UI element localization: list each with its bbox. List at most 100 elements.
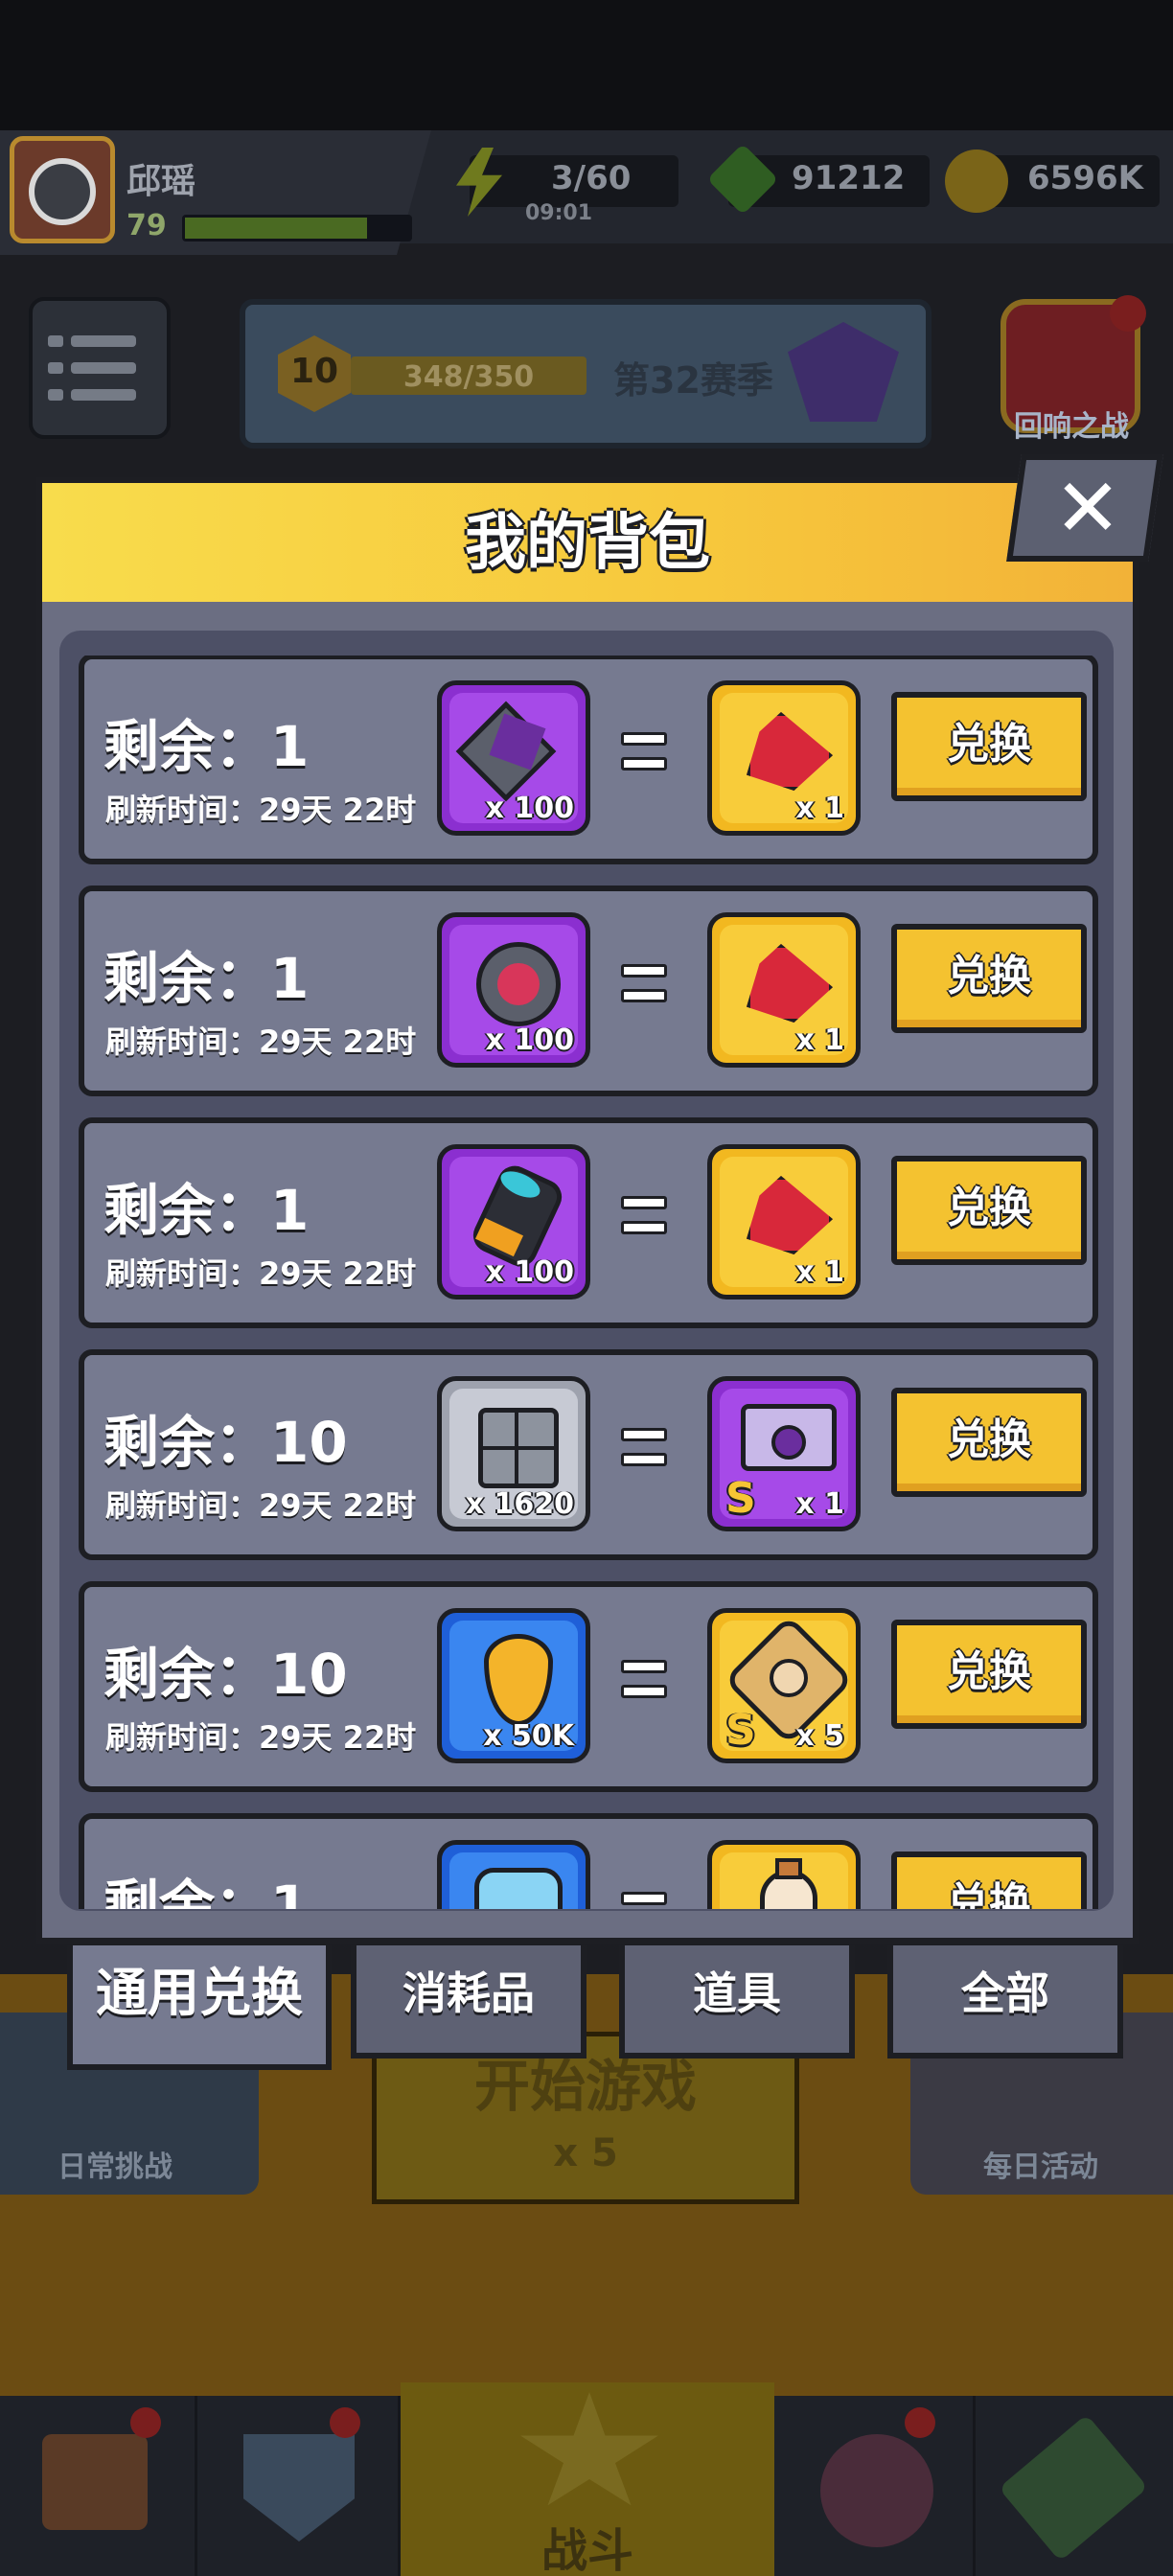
exchange-row: 剩余：10 刷新时间：29天 22时 x 1620 S x 1 兑换 [79, 1349, 1098, 1560]
gold-count: 6596K [1027, 159, 1143, 197]
menu-button[interactable] [29, 297, 171, 439]
echo-battle-label: 回响之战 [1014, 410, 1129, 444]
exchange-row: 剩余：1 刷新时间：29天 22时 x 100 x 1 兑换 [79, 1117, 1098, 1328]
menu-list-icon [48, 335, 63, 347]
energy-timer: 09:01 [525, 201, 593, 225]
shop-stall-icon [42, 2434, 148, 2530]
close-icon[interactable]: ✕ [1035, 460, 1140, 556]
season-progress-text: 348/350 [402, 360, 535, 394]
remaining-count: 剩余：1 [104, 714, 310, 779]
reward-item[interactable]: S x 5 [707, 1608, 861, 1763]
item-quantity: x 1 [795, 1024, 844, 1057]
daily-event-label: 每日活动 [983, 2150, 1098, 2184]
exchange-button-label: 兑换 [947, 952, 1031, 1000]
grade-letter: S [725, 1706, 756, 1755]
item-quantity: x 1 [795, 1255, 844, 1289]
season-level: 10 [289, 352, 339, 391]
exchange-button-label: 兑换 [947, 1879, 1031, 1909]
equals-icon [613, 1414, 680, 1482]
chest-eye [771, 1425, 806, 1460]
talent-orb-icon [820, 2434, 933, 2547]
tab-label: 消耗品 [402, 1967, 535, 2019]
exchange-button[interactable]: 兑换 [891, 1620, 1087, 1729]
notification-dot [905, 2407, 935, 2438]
item-quantity: x 100 [485, 792, 574, 825]
exchange-button[interactable]: 兑换 [891, 1156, 1087, 1265]
cost-item[interactable]: x 100 [437, 680, 590, 836]
tab-items[interactable]: 道具 [619, 1945, 855, 2058]
gems-count: 91212 [792, 159, 906, 197]
energy-count: 3/60 [551, 159, 632, 197]
remaining-count: 剩余：1 [104, 1874, 310, 1909]
avatar-face-icon [29, 158, 96, 225]
equals-icon [613, 951, 680, 1018]
daily-challenge-label: 日常挑战 [58, 2150, 172, 2184]
exchange-button-label: 兑换 [947, 720, 1031, 769]
equals-icon [613, 719, 680, 786]
equals-bar [621, 1660, 667, 1673]
equals-bar [621, 732, 667, 746]
equals-bar [621, 1221, 667, 1234]
equals-bar [621, 989, 667, 1002]
exchange-button-label: 兑换 [947, 1647, 1031, 1696]
reward-item[interactable]: x 1 [707, 1144, 861, 1300]
status-strip [0, 0, 1173, 130]
remaining-count: 剩余：10 [104, 1642, 348, 1707]
item-quantity: x 1620 [465, 1487, 574, 1521]
player-name: 邱瑶 [126, 162, 196, 201]
exchange-button[interactable]: 兑换 [891, 692, 1087, 801]
item-quantity: x 100 [485, 1024, 574, 1057]
remaining-count: 剩余：1 [104, 946, 310, 1011]
gold-coin-icon [945, 150, 1008, 213]
hero-face [770, 1659, 808, 1697]
cost-item[interactable] [437, 1840, 590, 1909]
exchange-button[interactable]: 兑换 [891, 1388, 1087, 1497]
tab-label: 通用兑换 [96, 1963, 303, 2023]
notification-dot [1110, 295, 1146, 332]
remaining-count: 剩余：10 [104, 1410, 348, 1475]
modal-title: 我的背包 [465, 508, 710, 579]
equals-bar [621, 757, 667, 770]
reward-item[interactable]: x 1 [707, 680, 861, 836]
exchange-row: 剩余：10 刷新时间：29天 22时 x 50K S x 5 兑换 [79, 1581, 1098, 1792]
exchange-button[interactable]: 兑换 [891, 1852, 1087, 1909]
reward-item[interactable]: S x 1 [707, 1376, 861, 1531]
item-quantity: x 1 [795, 792, 844, 825]
equals-bar [621, 964, 667, 978]
equals-icon [613, 1878, 680, 1909]
refresh-time: 刷新时间：29天 22时 [105, 1487, 417, 1524]
cost-item[interactable]: x 100 [437, 1144, 590, 1300]
season-name: 第32赛季 [613, 359, 773, 402]
tab-general-exchange[interactable]: 通用兑换 [67, 1945, 332, 2070]
grade-letter: S [725, 1474, 756, 1523]
tab-consumables[interactable]: 消耗品 [351, 1945, 586, 2058]
exchange-list[interactable]: 剩余：1 刷新时间：29天 22时 x 100 x 1 兑换 剩余：1 刷新时间… [71, 656, 1102, 1909]
tab-all[interactable]: 全部 [887, 1945, 1123, 2058]
equals-bar [621, 1685, 667, 1698]
cost-item[interactable]: x 100 [437, 912, 590, 1068]
equals-bar [621, 1428, 667, 1441]
equals-bar [621, 1196, 667, 1209]
menu-dot [48, 362, 63, 374]
equals-icon [613, 1646, 680, 1714]
item-quantity: x 100 [485, 1255, 574, 1289]
exchange-button-label: 兑换 [947, 1415, 1031, 1464]
refresh-time: 刷新时间：29天 22时 [105, 1024, 417, 1060]
exchange-button[interactable]: 兑换 [891, 924, 1087, 1033]
remaining-count: 剩余：1 [104, 1178, 310, 1243]
blue-gear-icon [474, 1868, 563, 1909]
menu-line [71, 389, 136, 401]
exchange-row: 剩余：1 刷新时间：29天 22时 x 100 x 1 兑换 [79, 886, 1098, 1096]
ruby-core [497, 963, 540, 1005]
menu-dot [48, 389, 63, 401]
reward-item[interactable] [707, 1840, 861, 1909]
notification-dot [130, 2407, 161, 2438]
tab-label: 道具 [693, 1967, 781, 2019]
refresh-time: 刷新时间：29天 22时 [105, 1719, 417, 1756]
cost-item[interactable]: x 1620 [437, 1376, 590, 1531]
equals-icon [613, 1183, 680, 1250]
tab-label: 全部 [961, 1967, 1049, 2019]
reward-item[interactable]: x 1 [707, 912, 861, 1068]
cost-item[interactable]: x 50K [437, 1608, 590, 1763]
cube-seam [482, 1446, 555, 1450]
